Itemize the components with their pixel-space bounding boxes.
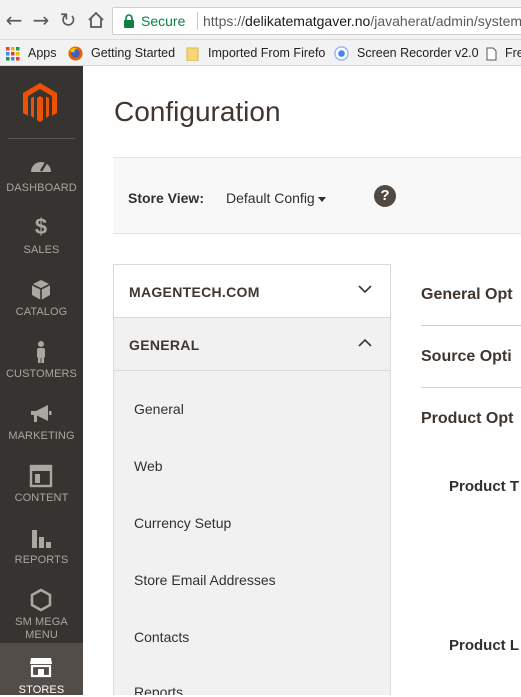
chevron-down-icon[interactable] [318, 197, 326, 202]
apps-grid-icon [6, 46, 20, 61]
url-scheme: https:// [203, 13, 246, 29]
menu-label: CUSTOMERS [6, 368, 77, 380]
section-divider [421, 387, 521, 388]
bookmark-screen-recorder[interactable]: Screen Recorder v2.0 [334, 44, 479, 62]
tab-group-label: MAGENTECH.COM [129, 284, 260, 300]
menu-reports[interactable]: REPORTS [0, 526, 83, 588]
config-tabs-panel: MAGENTECH.COM GENERAL General Web Curren… [113, 264, 391, 695]
section-product-options[interactable]: Product Opt [421, 410, 513, 428]
tab-item-web[interactable]: Web [134, 458, 163, 474]
menu-label: STORES [18, 684, 65, 696]
menu-stores[interactable]: STORES [0, 643, 83, 696]
bookmarks-bar: Apps Getting Started Imported From Firef… [0, 40, 521, 66]
admin-sidebar: DASHBOARD $ SALES CATALOG CUSTOMERS MARK… [0, 66, 83, 696]
person-icon [37, 341, 45, 363]
tab-group-label: GENERAL [129, 337, 200, 353]
reload-icon[interactable]: ↻ [58, 9, 78, 31]
menu-label: REPORTS [14, 554, 69, 566]
forward-arrow-icon[interactable]: → [31, 9, 51, 31]
address-separator [197, 12, 198, 30]
url-path: /javaherat/admin/system [370, 13, 521, 29]
folder-icon [186, 47, 199, 61]
tab-group-magentech[interactable]: MAGENTECH.COM [114, 265, 390, 318]
menu-label: SM MEGA MENU [0, 616, 83, 642]
section-source-options[interactable]: Source Opti [421, 348, 512, 366]
help-icon[interactable]: ? [374, 185, 396, 207]
magento-logo-icon[interactable] [22, 82, 58, 122]
bookmark-apps[interactable]: Apps [6, 44, 57, 62]
store-icon [30, 658, 52, 678]
menu-marketing[interactable]: MARKETING [0, 402, 83, 464]
store-view-switcher[interactable]: Default Config [226, 190, 315, 206]
box-icon [31, 280, 51, 300]
general-tab-items: General Web Currency Setup Store Email A… [114, 371, 390, 695]
tab-item-contacts[interactable]: Contacts [134, 629, 189, 645]
bookmark-label: Fre [505, 46, 521, 60]
menu-label: DASHBOARD [6, 182, 77, 194]
layout-icon [29, 464, 53, 488]
section-general-options[interactable]: General Opt [421, 286, 513, 304]
dollar-icon: $ [34, 214, 48, 239]
firefox-icon [68, 46, 83, 61]
menu-label: SALES [23, 244, 60, 256]
tab-item-currency-setup[interactable]: Currency Setup [134, 515, 231, 531]
menu-sales[interactable]: $ SALES [0, 216, 83, 278]
tab-item-general[interactable]: General [134, 401, 184, 417]
store-view-label: Store View: [128, 190, 204, 206]
bar-chart-icon [32, 530, 51, 548]
logo-divider [8, 138, 75, 139]
lock-icon [124, 14, 134, 28]
address-bar[interactable]: Secure https://delikatematgaver.no/javah… [112, 7, 521, 35]
back-arrow-icon[interactable]: ← [4, 9, 24, 31]
field-label-product-t: Product T [449, 478, 519, 495]
menu-label: CONTENT [14, 492, 69, 504]
menu-sm-mega-menu[interactable]: SM MEGA MENU [0, 588, 83, 650]
bookmark-label: Getting Started [91, 46, 176, 60]
bookmark-label: Screen Recorder v2.0 [357, 46, 479, 60]
menu-label: MARKETING [8, 430, 75, 442]
page-icon [486, 47, 497, 61]
bookmark-imported-firefox[interactable]: Imported From Firefo [186, 44, 325, 62]
home-icon[interactable] [86, 9, 106, 31]
menu-label: CATALOG [15, 306, 68, 318]
menu-label-line1: SM MEGA [15, 616, 68, 628]
menu-content[interactable]: CONTENT [0, 464, 83, 526]
menu-customers[interactable]: CUSTOMERS [0, 340, 83, 402]
menu-label-line2: MENU [25, 629, 58, 641]
menu-dashboard[interactable]: DASHBOARD [0, 154, 83, 216]
menu-catalog[interactable]: CATALOG [0, 278, 83, 340]
browser-toolbar: ← → ↻ Secure https://delikatematgaver.no… [0, 0, 521, 40]
store-view-scope-bar: Store View: Default Config ? [113, 157, 521, 234]
url-text: https://delikatematgaver.no/javaherat/ad… [203, 13, 521, 29]
section-divider [421, 325, 521, 326]
field-label-product-l: Product L [449, 637, 519, 654]
dashboard-gauge-icon [31, 162, 51, 172]
url-host: delikatematgaver.no [245, 13, 371, 29]
chevron-up-icon [358, 338, 372, 347]
screen-recorder-icon [334, 46, 349, 61]
chevron-down-icon [358, 285, 372, 294]
page-title: Configuration [114, 96, 281, 127]
hexagon-icon [30, 588, 52, 612]
bookmark-label: Apps [28, 46, 57, 60]
tab-item-reports[interactable]: Reports [134, 684, 183, 695]
tab-group-general[interactable]: GENERAL [114, 318, 390, 371]
bookmark-getting-started[interactable]: Getting Started [68, 44, 175, 62]
secure-label: Secure [141, 13, 186, 29]
bookmark-label: Imported From Firefo [208, 46, 326, 60]
bookmark-fre[interactable]: Fre [486, 44, 521, 62]
megaphone-icon [31, 405, 52, 422]
tab-item-store-email-addresses[interactable]: Store Email Addresses [134, 572, 276, 588]
